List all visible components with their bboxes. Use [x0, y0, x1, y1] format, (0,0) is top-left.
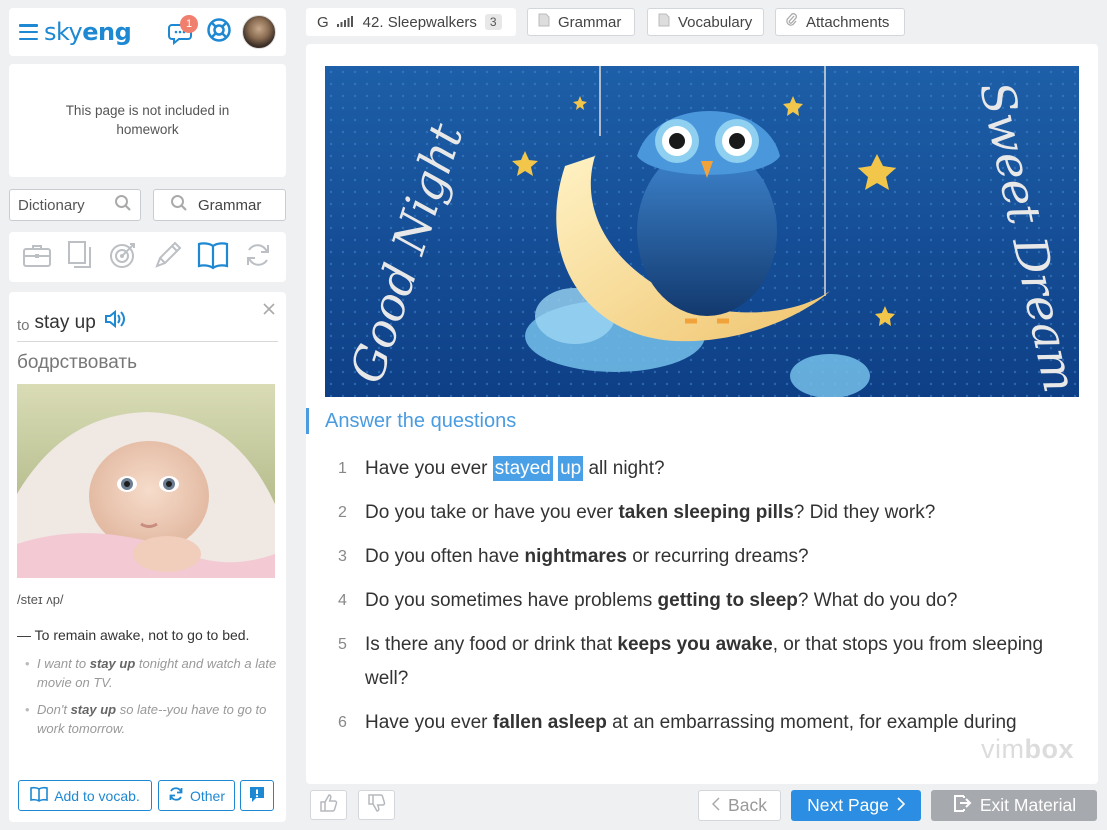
tab-lesson[interactable]: G 42. Sleepwalkers 3 [306, 8, 516, 36]
word-term: stay up [34, 312, 96, 333]
pages-icon[interactable] [66, 240, 94, 275]
grammar-search-label: Grammar [198, 196, 262, 214]
exit-material-button[interactable]: Exit Material [931, 790, 1097, 821]
question-text: Do you sometimes have problems getting t… [365, 590, 958, 611]
skyeng-logo[interactable]: skyeng [44, 18, 132, 46]
close-icon[interactable] [262, 302, 276, 321]
chevron-right-icon [897, 795, 905, 816]
document-icon [538, 13, 550, 31]
word-translation: бодрствовать [17, 352, 137, 373]
question-number: 5 [338, 636, 347, 653]
thumbs-up-icon [319, 793, 339, 818]
highlighted-word[interactable]: stayed [492, 456, 553, 481]
lesson-title: 42. Sleepwalkers [362, 13, 477, 31]
menu-icon[interactable] [19, 24, 38, 40]
tab-vocabulary[interactable]: Vocabulary [647, 8, 764, 36]
dictionary-search[interactable]: Dictionary [9, 189, 141, 221]
question-item: 1 Have you ever stayed up all night? [338, 452, 1078, 486]
homework-notice: This page is not included in homework [9, 64, 286, 177]
question-number: 2 [338, 504, 347, 521]
exit-icon [952, 793, 972, 818]
search-icon [170, 194, 188, 216]
word-photo [17, 384, 278, 578]
question-item: 3 Do you often have nightmares or recurri… [338, 540, 1078, 574]
word-card: to stay up бодрствовать /steɪ ʌp/ — To r… [9, 292, 286, 822]
lesson-banner-image: Good Night Sweet Dream [325, 66, 1079, 397]
question-number: 1 [338, 460, 347, 477]
target-icon[interactable] [108, 240, 138, 275]
next-page-button[interactable]: Next Page [791, 790, 921, 821]
paperclip-icon [786, 13, 798, 31]
top-bar: skyeng 1 [9, 8, 286, 56]
report-button[interactable] [240, 780, 274, 811]
lesson-count: 3 [484, 14, 502, 30]
question-text: Do you often have nightmares or recurrin… [365, 546, 809, 567]
example-item: I want to stay up tonight and watch a la… [25, 655, 278, 693]
chevron-left-icon [711, 795, 720, 816]
example-item: Don't stay up so late--you have to go to… [25, 701, 278, 739]
refresh-icon [168, 786, 184, 805]
question-list: 1 Have you ever stayed up all night? 2 Do y… [338, 452, 1078, 750]
book-icon[interactable] [197, 240, 229, 275]
document-icon [658, 13, 670, 31]
question-text: Have you ever fallen asleep at an embarr… [365, 712, 1017, 733]
question-text: Do you take or have you ever taken sleep… [365, 502, 936, 523]
user-avatar[interactable] [242, 15, 276, 49]
search-icon [114, 194, 132, 216]
tool-bar [9, 232, 286, 282]
question-item: 4 Do you sometimes have problems getting … [338, 584, 1078, 618]
word-prefix: to [17, 317, 30, 334]
speaker-icon[interactable] [104, 309, 126, 334]
like-button[interactable] [310, 790, 347, 820]
highlighted-word[interactable]: up [558, 456, 584, 481]
question-item: 6 Have you ever fallen asleep at an embar… [338, 706, 1078, 740]
notification-badge: 1 [180, 15, 198, 33]
thumbs-down-icon [367, 793, 387, 818]
book-icon [30, 786, 48, 805]
task-title: Answer the questions [306, 408, 516, 434]
support-icon[interactable] [206, 17, 232, 48]
tab-attachments[interactable]: Attachments [775, 8, 905, 36]
tab-grammar[interactable]: Grammar [527, 8, 635, 36]
dictionary-search-label: Dictionary [18, 196, 85, 214]
question-item: 5 Is there any food or drink that keeps y… [338, 628, 1078, 696]
level-letter: G [317, 13, 329, 31]
lesson-content: Good Night Sweet Dream Answer the questi… [306, 44, 1098, 784]
grammar-search-button[interactable]: Grammar [153, 189, 286, 221]
signal-icon [336, 14, 355, 31]
refresh-icon[interactable] [243, 240, 273, 275]
back-button[interactable]: Back [698, 790, 781, 821]
dislike-button[interactable] [358, 790, 395, 820]
question-text: Is there any food or drink that keeps yo… [365, 634, 1044, 689]
question-item: 2 Do you take or have you ever taken slee… [338, 496, 1078, 530]
briefcase-icon[interactable] [22, 242, 52, 273]
chat-icon[interactable]: 1 [168, 15, 198, 46]
question-number: 6 [338, 714, 347, 731]
other-button[interactable]: Other [158, 780, 235, 811]
word-header: to stay up [17, 300, 278, 342]
question-text: Have you ever stayed up all night? [365, 456, 665, 481]
word-definition: — To remain awake, not to go to bed. [17, 627, 250, 643]
pencil-icon[interactable] [153, 240, 183, 275]
example-list: I want to stay up tonight and watch a la… [17, 655, 278, 738]
question-number: 3 [338, 548, 347, 565]
add-to-vocab-button[interactable]: Add to vocab. [18, 780, 152, 811]
word-phonetic: /steɪ ʌp/ [17, 592, 64, 607]
vimbox-watermark: vimbox [980, 734, 1074, 764]
question-number: 4 [338, 592, 347, 609]
exclamation-icon [247, 784, 267, 807]
